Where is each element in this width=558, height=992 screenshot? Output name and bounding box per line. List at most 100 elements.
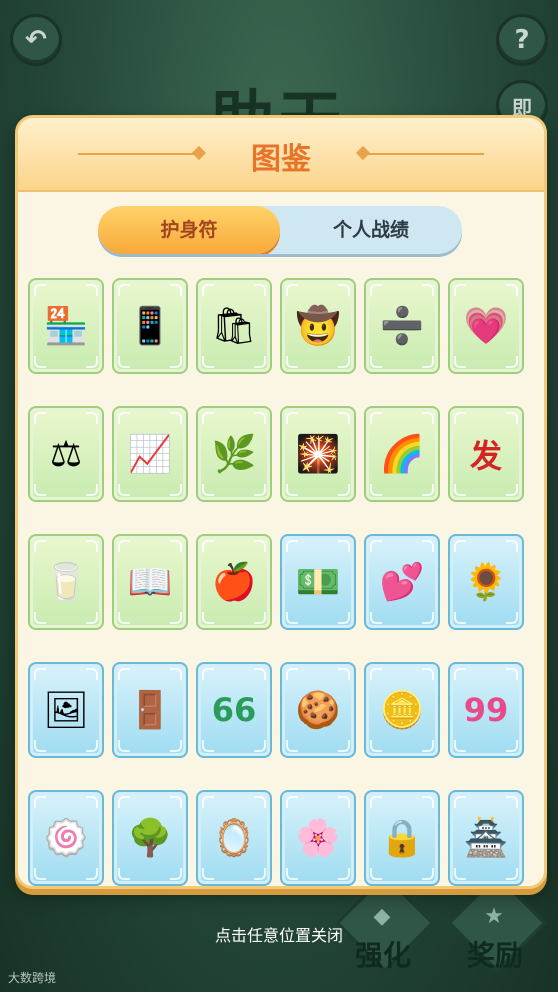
- help-button[interactable]: ?: [496, 14, 548, 66]
- card-corner-ornament: [202, 796, 214, 808]
- amulet-card[interactable]: 🍪: [280, 662, 356, 758]
- card-corner-ornament: [454, 284, 466, 296]
- open-book-icon: 📖: [127, 562, 173, 603]
- amulet-card[interactable]: 🚪: [112, 662, 188, 758]
- amulet-card[interactable]: 📈: [112, 406, 188, 502]
- amulet-card[interactable]: 🍎: [196, 534, 272, 630]
- card-corner-ornament: [118, 284, 130, 296]
- card-corner-ornament: [86, 612, 98, 624]
- firecracker-icon: 🎇: [295, 434, 341, 475]
- amulet-card[interactable]: 🛍: [196, 278, 272, 374]
- card-corner-ornament: [118, 796, 130, 808]
- amulet-card[interactable]: 💕: [364, 534, 440, 630]
- card-corner-ornament: [338, 284, 350, 296]
- phone-icon: 📱: [127, 306, 173, 347]
- back-button[interactable]: ↶: [10, 14, 62, 66]
- card-corner-ornament: [422, 868, 434, 880]
- amulet-card[interactable]: ➗: [364, 278, 440, 374]
- card-corner-ornament: [170, 484, 182, 496]
- card-corner-ornament: [422, 284, 434, 296]
- amulet-card[interactable]: 99: [448, 662, 524, 758]
- card-corner-ornament: [254, 412, 266, 424]
- amulet-card[interactable]: 🌈: [364, 406, 440, 502]
- amulet-card[interactable]: 🌻: [448, 534, 524, 630]
- card-corner-ornament: [454, 356, 466, 368]
- card-corner-ornament: [34, 484, 46, 496]
- window-panel-icon: 🖼: [43, 690, 89, 731]
- amulet-card[interactable]: 发: [448, 406, 524, 502]
- gold-coins-icon: 🪙: [379, 690, 425, 731]
- amulet-card[interactable]: 🍥: [28, 790, 104, 886]
- card-corner-ornament: [422, 668, 434, 680]
- card-corner-ornament: [170, 668, 182, 680]
- card-corner-ornament: [254, 540, 266, 552]
- card-corner-ornament: [202, 740, 214, 752]
- cookie-plate-icon: 🍪: [295, 690, 341, 731]
- amulet-card[interactable]: 🖼: [28, 662, 104, 758]
- card-corner-ornament: [370, 740, 382, 752]
- card-corner-ornament: [34, 668, 46, 680]
- amulet-card[interactable]: 🌿: [196, 406, 272, 502]
- amulet-card[interactable]: 66: [196, 662, 272, 758]
- scale-icon: ⚖: [49, 433, 83, 475]
- amulet-card[interactable]: 📱: [112, 278, 188, 374]
- card-corner-ornament: [506, 412, 518, 424]
- amulet-card[interactable]: 🏪: [28, 278, 104, 374]
- amulet-grid: 🏪📱🛍🤠➗💗⚖📈🌿🎇🌈发🥛📖🍎💵💕🌻🖼🚪66🍪🪙99🍥🌳🪞🌸🔒🏯🧀🛏🎀💐🌺🪻: [28, 278, 534, 886]
- tab-personal-record[interactable]: 个人战绩: [280, 206, 462, 254]
- close-hint[interactable]: 点击任意位置关闭: [0, 922, 558, 946]
- number-99-icon: 99: [463, 691, 509, 729]
- amulet-card[interactable]: 🥛: [28, 534, 104, 630]
- amulet-card[interactable]: 🔒: [364, 790, 440, 886]
- card-corner-ornament: [506, 868, 518, 880]
- card-corner-ornament: [86, 284, 98, 296]
- card-corner-ornament: [118, 740, 130, 752]
- card-corner-ornament: [370, 484, 382, 496]
- card-corner-ornament: [286, 612, 298, 624]
- card-corner-ornament: [338, 484, 350, 496]
- amulet-card[interactable]: 🎇: [280, 406, 356, 502]
- card-corner-ornament: [86, 412, 98, 424]
- shop-stall-icon: 🏪: [43, 306, 89, 347]
- card-corner-ornament: [370, 284, 382, 296]
- card-corner-ornament: [202, 668, 214, 680]
- amulet-card[interactable]: 🤠: [280, 278, 356, 374]
- amulet-card[interactable]: 🏯: [448, 790, 524, 886]
- amulet-card[interactable]: 🌸: [280, 790, 356, 886]
- amulet-card[interactable]: 💗: [448, 278, 524, 374]
- card-corner-ornament: [254, 284, 266, 296]
- tree-icon: 🌳: [127, 818, 173, 859]
- tab-amulets[interactable]: 护身符: [98, 206, 280, 254]
- card-corner-ornament: [422, 796, 434, 808]
- amulet-card[interactable]: 💵: [280, 534, 356, 630]
- card-corner-ornament: [370, 868, 382, 880]
- amulet-card[interactable]: 🌳: [112, 790, 188, 886]
- card-corner-ornament: [422, 412, 434, 424]
- card-corner-ornament: [454, 868, 466, 880]
- amulet-card[interactable]: ⚖: [28, 406, 104, 502]
- apple-icon: 🍎: [211, 562, 257, 603]
- card-corner-ornament: [454, 412, 466, 424]
- card-corner-ornament: [286, 412, 298, 424]
- amulet-card[interactable]: 🪙: [364, 662, 440, 758]
- card-corner-ornament: [170, 796, 182, 808]
- cups-icon: 🥛: [43, 562, 89, 603]
- card-corner-ornament: [34, 540, 46, 552]
- card-corner-ornament: [338, 668, 350, 680]
- card-corner-ornament: [286, 668, 298, 680]
- sunflowers-icon: 🌻: [463, 562, 509, 603]
- card-corner-ornament: [170, 412, 182, 424]
- card-corner-ornament: [286, 796, 298, 808]
- rising-chart-icon: 📈: [127, 434, 173, 475]
- card-corner-ornament: [370, 356, 382, 368]
- amulet-card[interactable]: 🪞: [196, 790, 272, 886]
- card-corner-ornament: [170, 284, 182, 296]
- card-corner-ornament: [338, 796, 350, 808]
- watermark: 大数跨境: [8, 971, 57, 985]
- card-corner-ornament: [170, 740, 182, 752]
- amulet-card[interactable]: 📖: [112, 534, 188, 630]
- card-corner-ornament: [286, 868, 298, 880]
- card-corner-ornament: [454, 668, 466, 680]
- panel-title: 图鉴: [251, 142, 311, 177]
- portrait-frame-icon: 🪞: [211, 818, 257, 859]
